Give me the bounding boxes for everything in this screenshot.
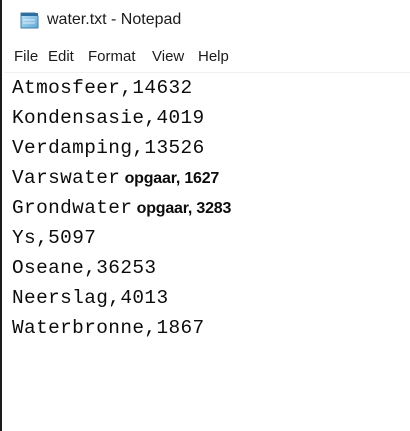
menu-view[interactable]: View xyxy=(152,48,184,65)
text-line: Kondensasie,4019 xyxy=(12,107,205,129)
text-line: Oseane,36253 xyxy=(12,257,157,279)
notepad-window: water.txt - Notepad File Edit Format Vie… xyxy=(0,0,410,431)
text-line: Grondwater opgaar, 3283 xyxy=(12,197,232,219)
menu-file[interactable]: File xyxy=(14,48,38,65)
text-line: Verdamping,13526 xyxy=(12,137,205,159)
notepad-icon xyxy=(20,12,39,29)
menu-format[interactable]: Format xyxy=(88,48,136,65)
text-editor-area[interactable]: Atmosfeer,14632 Kondensasie,4019 Verdamp… xyxy=(4,72,410,431)
window-title: water.txt - Notepad xyxy=(47,11,182,28)
menu-help[interactable]: Help xyxy=(198,48,229,65)
text-line: Neerslag,4013 xyxy=(12,287,169,309)
title-bar[interactable]: water.txt - Notepad xyxy=(4,0,410,40)
menu-bar: File Edit Format View Help xyxy=(4,40,410,72)
menu-edit[interactable]: Edit xyxy=(48,48,74,65)
text-line: Waterbronne,1867 xyxy=(12,317,205,339)
text-line: Ys,5097 xyxy=(12,227,97,249)
text-line: Atmosfeer,14632 xyxy=(12,77,193,99)
text-line: Varswater opgaar, 1627 xyxy=(12,167,220,189)
